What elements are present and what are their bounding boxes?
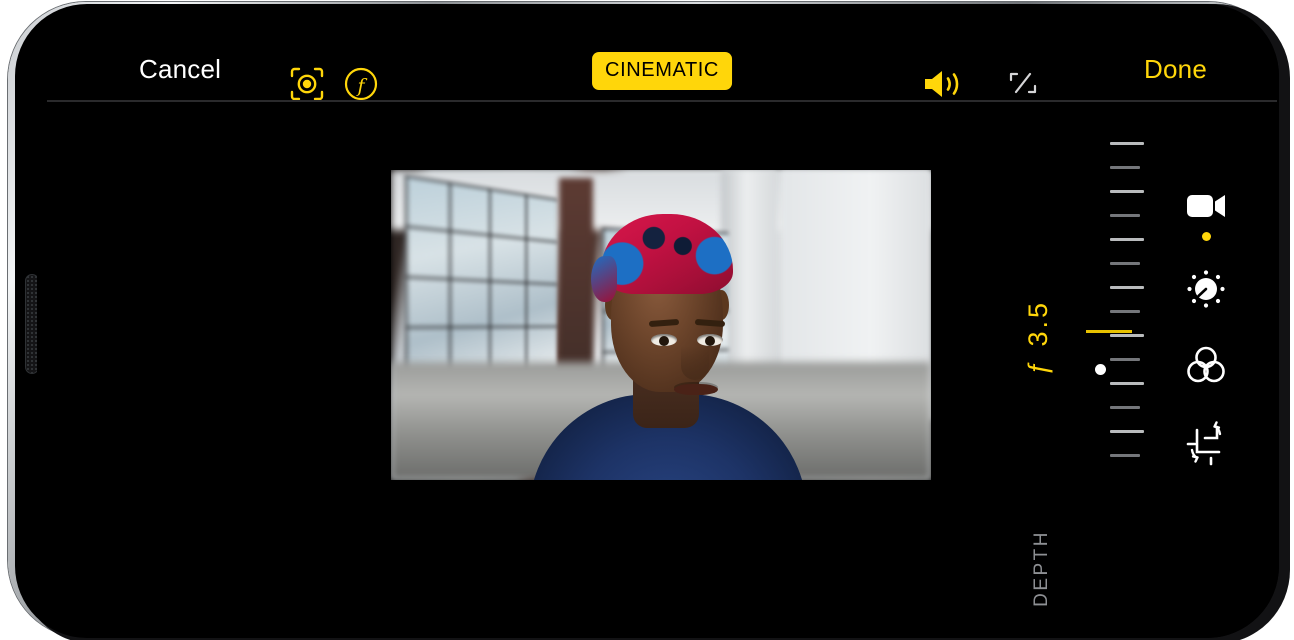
depth-scale-tick [1110, 214, 1140, 217]
subject-portrait [529, 198, 807, 480]
depth-slider-handle[interactable] [1095, 364, 1106, 375]
depth-scale-tick [1110, 166, 1140, 169]
depth-scale-tick [1110, 142, 1144, 145]
mode-badge-cinematic[interactable]: CINEMATIC [592, 52, 732, 90]
screenshot-stage: Cancel f CINEMATIC Done ƒ 3.5 DEPTH [0, 0, 1294, 640]
depth-scale-tick [1110, 334, 1144, 337]
depth-scale-tick [1110, 358, 1140, 361]
subject-eye-right [697, 334, 723, 346]
depth-scale-tick [1110, 286, 1144, 289]
svg-text:f: f [355, 75, 367, 97]
subject-nose [681, 346, 709, 380]
depth-scale-tick [1110, 430, 1144, 433]
toolbar-divider [47, 100, 1277, 102]
cancel-button[interactable]: Cancel [139, 54, 221, 85]
editor-tool-rail [1175, 184, 1237, 484]
subject-head-wrap-knot [591, 256, 617, 302]
depth-scale-tick [1110, 190, 1144, 193]
subject-brow-right [694, 318, 726, 328]
done-button[interactable]: Done [1144, 54, 1207, 85]
depth-slider-scale[interactable] [1110, 142, 1144, 457]
subject-head-wrap [601, 214, 733, 294]
depth-scale-tick [1110, 382, 1144, 385]
adjust-tool[interactable] [1175, 266, 1237, 318]
subject-mouth [674, 384, 718, 395]
depth-scale-tick [1110, 406, 1140, 409]
crop-tool[interactable] [1175, 418, 1237, 472]
cinematic-video-preview[interactable] [391, 170, 931, 480]
depth-slider-indicator [1086, 330, 1132, 333]
depth-axis-label: DEPTH [1031, 530, 1052, 607]
subject-eye-left [651, 334, 677, 346]
iphone-bezel: Cancel f CINEMATIC Done ƒ 3.5 DEPTH [15, 4, 1279, 638]
depth-scale-tick [1110, 238, 1144, 241]
subject-pupil-left [659, 336, 669, 346]
depth-scale-tick [1110, 262, 1140, 265]
iphone-screen: Cancel f CINEMATIC Done ƒ 3.5 DEPTH [37, 14, 1279, 638]
video-trim-tool[interactable] [1175, 184, 1237, 246]
subject-brow-left [648, 318, 680, 328]
video-trim-tool-active-dot [1202, 232, 1211, 241]
subject-pupil-right [705, 336, 715, 346]
depth-scale-tick [1110, 310, 1140, 313]
filters-tool[interactable] [1175, 342, 1237, 394]
depth-scale-tick [1110, 454, 1140, 457]
f-stop-value: ƒ 3.5 [1023, 300, 1053, 376]
